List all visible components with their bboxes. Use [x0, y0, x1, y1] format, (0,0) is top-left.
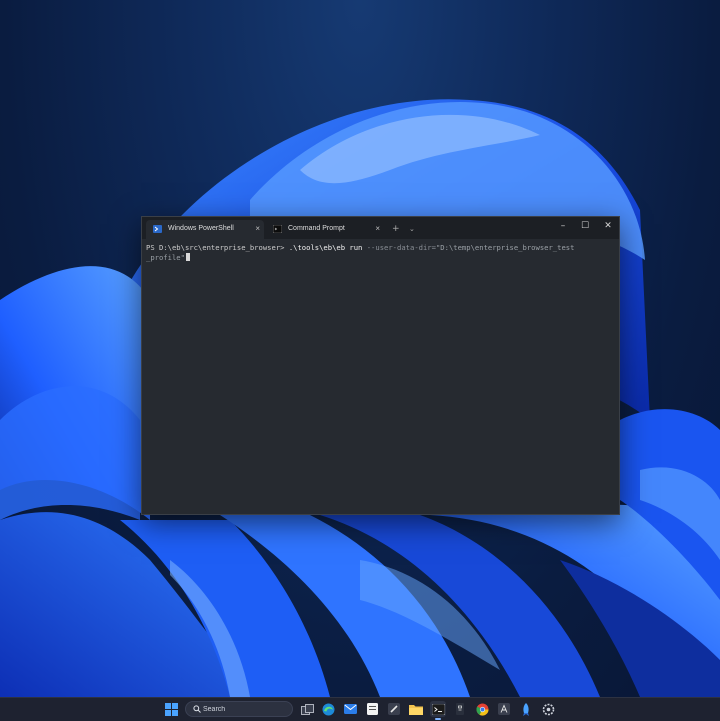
file-explorer-button[interactable]	[408, 701, 424, 717]
path-text-line1: "D:\temp\enterprise_browser_test	[435, 243, 575, 252]
taskbar	[0, 697, 720, 721]
powershell-icon	[153, 225, 162, 233]
tab-label: Command Prompt	[288, 225, 345, 232]
tab-command-prompt[interactable]: Command Prompt ×	[266, 220, 384, 239]
terminal-window[interactable]: Windows PowerShell × Command Prompt × + …	[141, 216, 620, 515]
desktop: Windows PowerShell × Command Prompt × + …	[0, 0, 720, 697]
minimize-button[interactable]: –	[552, 217, 574, 237]
rocket-app-button[interactable]	[518, 701, 534, 717]
maximize-button[interactable]: ☐	[574, 217, 596, 237]
mail-button[interactable]	[342, 701, 358, 717]
settings-button[interactable]	[540, 701, 556, 717]
file-explorer-icon	[409, 704, 423, 715]
notes-icon	[366, 703, 378, 715]
prompt-text: PS D:\eb\src\enterprise_browser>	[146, 243, 289, 252]
close-tab-icon[interactable]: ×	[255, 220, 260, 238]
edge-button[interactable]	[320, 701, 336, 717]
tab-label: Windows PowerShell	[168, 225, 234, 232]
command-prompt-icon	[273, 225, 282, 233]
taskbar-search[interactable]	[185, 701, 293, 717]
edge-icon	[322, 703, 334, 715]
chrome-icon	[475, 703, 488, 716]
settings-icon	[542, 703, 554, 715]
mail-icon	[343, 704, 357, 714]
terminal-titlebar[interactable]: Windows PowerShell × Command Prompt × + …	[142, 217, 619, 239]
app-icon	[456, 703, 464, 715]
search-icon	[193, 705, 201, 713]
text-cursor	[185, 253, 190, 261]
terminal-button[interactable]	[430, 701, 446, 720]
terminal-icon	[431, 703, 445, 715]
argument-text: --user-data-dir=	[362, 243, 436, 252]
solitaire-button[interactable]	[386, 701, 402, 717]
task-view-icon	[300, 703, 314, 715]
start-button[interactable]	[163, 701, 179, 717]
app-button[interactable]	[452, 701, 468, 717]
rocket-app-icon	[523, 702, 529, 716]
new-tab-button[interactable]: +	[392, 220, 400, 238]
path-text-line2: _profile"	[146, 253, 185, 262]
search-input[interactable]	[203, 703, 288, 715]
close-tab-icon[interactable]: ×	[375, 220, 380, 238]
command-text: .\tools\eb\eb run	[288, 243, 363, 252]
close-window-button[interactable]: ✕	[597, 217, 619, 237]
console-output[interactable]: PS D:\eb\src\enterprise_browser> .\tools…	[146, 243, 611, 263]
font-app-button[interactable]	[496, 701, 512, 717]
chrome-button[interactable]	[474, 701, 490, 717]
tab-dropdown-icon[interactable]: ⌄	[409, 220, 415, 238]
tab-windows-powershell[interactable]: Windows PowerShell ×	[146, 220, 264, 239]
notes-button[interactable]	[364, 701, 380, 717]
font-app-icon	[498, 703, 510, 715]
start-icon	[164, 702, 178, 716]
solitaire-icon	[388, 703, 400, 715]
task-view-button[interactable]	[299, 701, 315, 717]
